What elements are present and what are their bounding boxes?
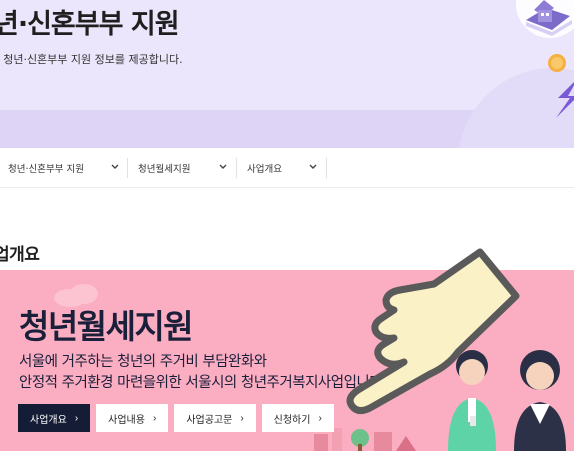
chevron-down-icon xyxy=(219,164,227,169)
nav-divider xyxy=(326,158,327,178)
house-illustration xyxy=(516,0,574,38)
button-label: 사업공고문 xyxy=(186,414,233,426)
nav-divider xyxy=(127,158,128,178)
button-label: 사업내용 xyxy=(108,414,145,426)
page-subtitle: | 청년·신혼부부 지원 정보를 제공합니다. xyxy=(0,53,183,66)
chevron-right-icon: › xyxy=(318,412,322,424)
nav-dropdown-label: 청년월세지원 xyxy=(138,164,191,175)
chevron-right-icon: › xyxy=(74,412,79,424)
announcement-button[interactable]: 사업공고문 › xyxy=(174,404,256,432)
nav-dropdown-rent[interactable]: 청년월세지원 xyxy=(138,157,230,179)
nav-divider xyxy=(236,158,237,178)
banner-title: 청년월세지원 xyxy=(19,307,194,346)
arrow-decor-icon xyxy=(556,82,574,118)
chevron-down-icon xyxy=(309,164,317,169)
details-button[interactable]: 사업내용 › xyxy=(96,404,169,432)
chevron-right-icon: › xyxy=(152,412,157,424)
apply-button[interactable]: 신청하기 › xyxy=(261,404,334,432)
pointing-hand-icon xyxy=(346,248,520,415)
nav-dropdown-overview[interactable]: 사업개요 xyxy=(247,157,319,179)
coin-icon xyxy=(548,54,566,72)
page-title: 년·신혼부부 지원 xyxy=(0,9,180,40)
hero-section: 년·신혼부부 지원 | 청년·신혼부부 지원 정보를 제공합니다. xyxy=(0,0,574,148)
overview-button[interactable]: 사업개요 › xyxy=(18,404,91,432)
banner-description: 서울에 거주하는 청년의 주거비 부담완화와 안정적 주거환경 마련을위한 서울… xyxy=(19,352,383,394)
nav-dropdown-support[interactable]: 청년·신혼부부 지원 xyxy=(8,157,120,179)
button-label: 사업개요 xyxy=(30,414,67,426)
nav-dropdown-label: 청년·신혼부부 지원 xyxy=(8,164,84,175)
chevron-right-icon: › xyxy=(240,412,244,424)
location-nav: 청년·신혼부부 지원 청년월세지원 사업개요 xyxy=(0,148,574,188)
banner-button-group: 사업개요 › 사업내용 › 사업공고문 › 신청하기 › xyxy=(18,404,334,432)
section-title: 업개요 xyxy=(0,245,40,265)
button-label: 신청하기 xyxy=(273,414,311,426)
banner-desc-line: 안정적 주거환경 마련을위한 서울시의 청년주거복지사업입니다 xyxy=(19,375,383,391)
banner-desc-line: 서울에 거주하는 청년의 주거비 부담완화와 xyxy=(19,354,267,370)
nav-dropdown-label: 사업개요 xyxy=(247,164,282,175)
chevron-down-icon xyxy=(111,164,119,169)
